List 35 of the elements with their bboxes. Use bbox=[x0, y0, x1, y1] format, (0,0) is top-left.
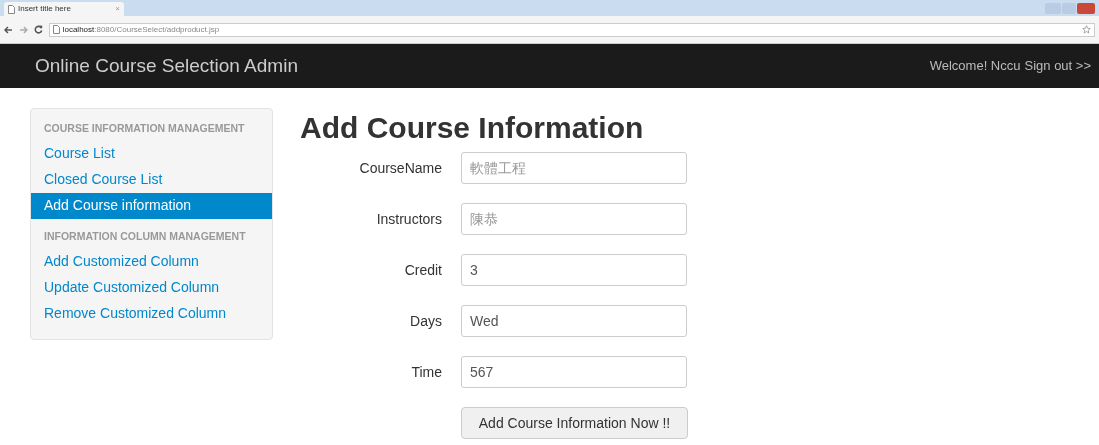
field-label: Time bbox=[410, 362, 442, 382]
tab-title: Insert title here bbox=[18, 3, 71, 15]
page-icon bbox=[8, 4, 15, 14]
text-field[interactable]: 軟體工程 bbox=[461, 152, 687, 184]
field-label: Credit bbox=[403, 260, 442, 280]
sidebar-item[interactable]: Course List bbox=[31, 140, 272, 167]
sidebar-item[interactable]: Closed Course List bbox=[31, 166, 272, 193]
field-label: Instructors bbox=[375, 209, 442, 229]
text-field[interactable]: 陳恭 bbox=[461, 203, 687, 235]
text-field[interactable]: 567 bbox=[461, 356, 687, 388]
text-field[interactable]: 3 bbox=[461, 254, 687, 286]
sidebar-heading: COURSE INFORMATION MANAGEMENT bbox=[43, 121, 246, 136]
browser-tab[interactable]: Insert title here × bbox=[4, 2, 124, 16]
welcome-text: Welcome! Nccu bbox=[929, 57, 1021, 76]
sidebar-heading: INFORMATION COLUMN MANAGEMENT bbox=[43, 228, 247, 244]
address-bar[interactable]: localhost:8080/CourseSelect/addproduct.jsp bbox=[48, 22, 1095, 37]
close-button[interactable] bbox=[1077, 3, 1095, 14]
submit-button[interactable]: Add Course Information Now !! bbox=[461, 407, 688, 439]
sidebar-item[interactable]: Add Customized Column bbox=[31, 248, 272, 275]
star-icon[interactable] bbox=[1082, 25, 1091, 34]
sidebar-item[interactable]: Update Customized Column bbox=[31, 274, 272, 301]
field-label: Days bbox=[409, 311, 442, 331]
sign-out-link[interactable]: Sign out >> bbox=[1024, 56, 1091, 76]
brand-title[interactable]: Online Course Selection Admin bbox=[35, 51, 298, 81]
page-icon bbox=[52, 25, 60, 34]
text-field[interactable]: Wed bbox=[461, 305, 687, 337]
page-heading: Add Course Information bbox=[300, 110, 645, 146]
sidebar-item[interactable]: Add Course information bbox=[31, 192, 272, 219]
url-text: localhost:8080/CourseSelect/addproduct.jsp bbox=[62, 23, 220, 36]
field-label: CourseName bbox=[358, 158, 442, 178]
maximize-button[interactable] bbox=[1062, 3, 1076, 14]
forward-icon[interactable] bbox=[18, 25, 28, 34]
back-icon[interactable] bbox=[4, 25, 13, 34]
reload-icon[interactable] bbox=[33, 25, 43, 34]
sidebar-item[interactable]: Remove Customized Column bbox=[31, 300, 272, 327]
